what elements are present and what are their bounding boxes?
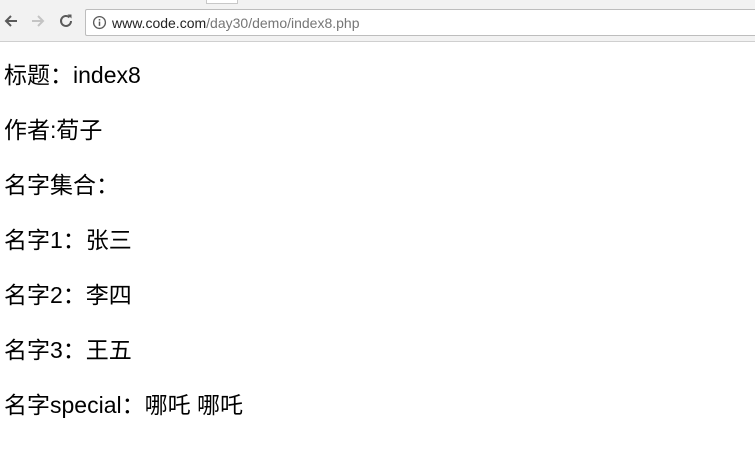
line-label: 作者: [4,117,57,143]
reload-icon [60,14,72,27]
url-text[interactable]: www.code.com/day30/demo/index8.php [112,14,360,32]
name-1-line: 名字1：张三 [4,227,755,253]
name-special-line: 名字special：哪吒 哪吒 [4,392,755,418]
tab-edge [206,0,238,4]
info-icon[interactable] [92,15,107,30]
line-value: 王五 [85,337,132,363]
line-label: 名字1： [4,227,86,253]
line-value: 张三 [85,227,132,253]
url-path: /day30/demo/index8.php [206,15,360,31]
back-button[interactable] [2,12,20,30]
line-value: index8 [73,62,141,88]
name-3-line: 名字3：王五 [4,337,755,363]
line-label: 名字2： [4,282,86,308]
browser-toolbar: www.code.com/day30/demo/index8.php [0,0,755,42]
line-label: 名字集合： [4,172,119,198]
address-bar[interactable]: www.code.com/day30/demo/index8.php [85,9,755,36]
line-value: 李四 [85,282,132,308]
arrow-right-icon [32,15,45,27]
arrow-left-icon [4,15,17,27]
line-value: 荀子 [56,117,103,143]
line-value: 哪吒 哪吒 [144,392,243,418]
line-label: 名字special： [4,392,145,418]
forward-button[interactable] [29,12,47,30]
page-content: 标题：index8 作者:荀子 名字集合： 名字1：张三 名字2：李四 名字3：… [0,42,755,418]
title-line: 标题：index8 [4,62,755,88]
names-heading: 名字集合： [4,172,755,198]
reload-button[interactable] [57,12,75,30]
name-2-line: 名字2：李四 [4,282,755,308]
url-host: www.code.com [112,15,207,31]
line-label: 标题： [4,62,73,88]
line-label: 名字3： [4,337,86,363]
author-line: 作者:荀子 [4,117,755,143]
